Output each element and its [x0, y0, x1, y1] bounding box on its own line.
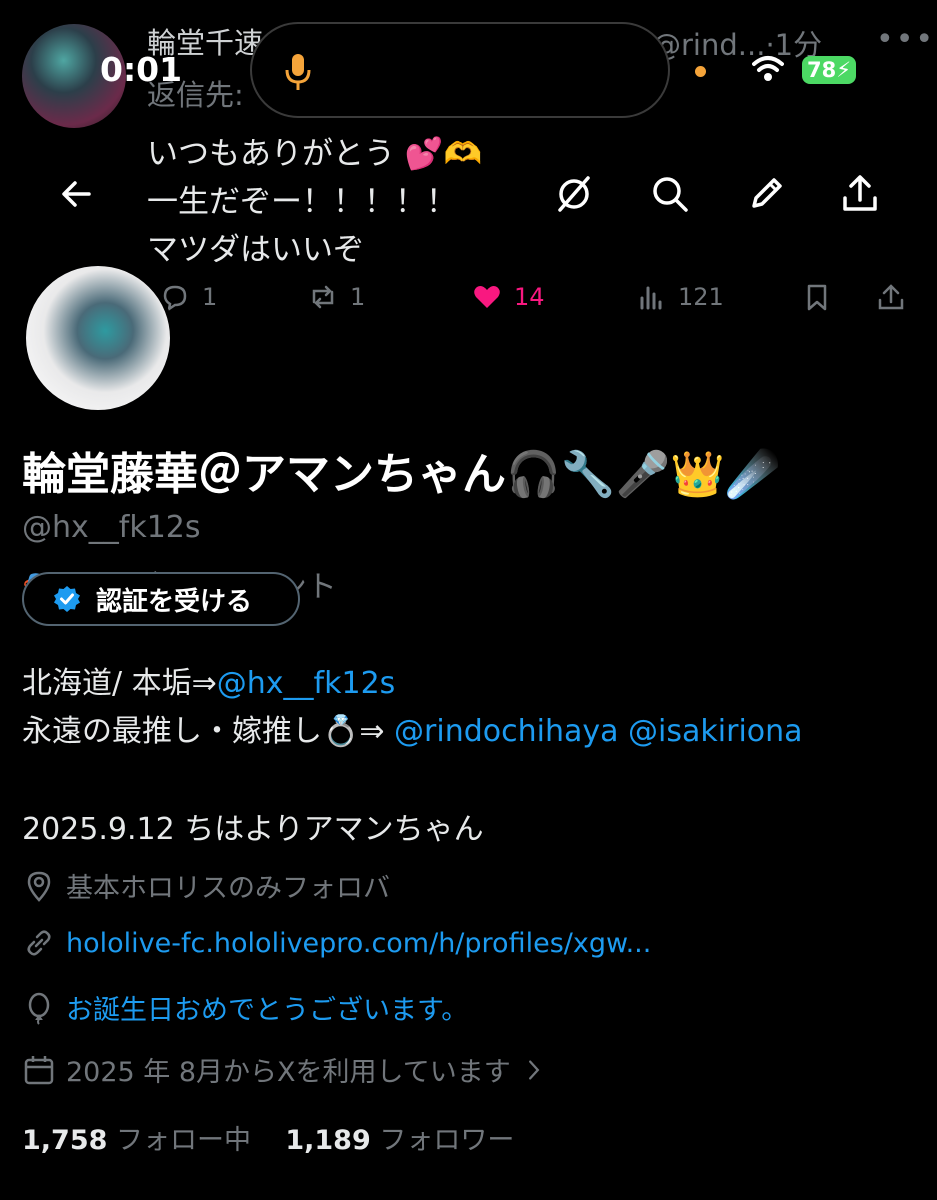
chevron-right-icon — [528, 1059, 540, 1080]
status-time: 0:01 — [100, 50, 183, 89]
like-button[interactable]: 14 — [472, 282, 545, 312]
bio-mention-link[interactable]: @rindochihaya — [394, 714, 618, 749]
microphone-icon — [285, 54, 311, 90]
reply-button[interactable]: 1 — [160, 282, 217, 312]
profile-location: 基本ホロリスのみフォロバ — [22, 866, 390, 905]
grok-icon[interactable] — [552, 172, 596, 216]
tweet-text-line: マツダはいいぞ — [147, 232, 364, 268]
bio-line-1: 北海道/ 本垢⇒@hx__fk12s — [22, 666, 396, 701]
share-icon[interactable] — [838, 172, 882, 216]
bookmark-button[interactable] — [802, 282, 832, 312]
search-icon[interactable] — [648, 172, 692, 216]
verified-badge-icon — [54, 586, 80, 612]
wifi-icon — [752, 56, 784, 81]
repost-icon — [312, 285, 334, 309]
follow-stats: 1,758 フォロー中 1,189 フォロワー — [22, 1118, 514, 1157]
edit-icon[interactable] — [744, 172, 788, 216]
repost-count: 1 — [350, 283, 366, 311]
like-count: 14 — [514, 283, 545, 311]
get-verified-button[interactable]: 認証を受ける — [22, 572, 300, 626]
views-icon — [640, 286, 662, 310]
bio-line-3: 2025.9.12 ちはよりアマンちゃん — [22, 812, 484, 847]
profile-display-name: 輪堂藤華＠アマンちゃん🎧🔧🎤👑☄️ — [22, 449, 780, 500]
back-arrow-icon[interactable] — [55, 172, 99, 216]
views-button[interactable]: 121 — [636, 282, 724, 312]
bio-mention-link[interactable]: @hx__fk12s — [217, 666, 396, 701]
battery-indicator: 78⚡ — [802, 56, 856, 84]
bookmark-icon — [807, 284, 827, 311]
heart-icon — [474, 286, 500, 308]
dynamic-island — [250, 22, 670, 118]
reply-count: 1 — [202, 283, 218, 311]
followers-link[interactable]: 1,189 フォロワー — [285, 1125, 514, 1156]
tweet-text-line: いつもありがとう 💕🫶 — [147, 136, 483, 172]
link-icon — [27, 930, 51, 956]
tweet-share-button[interactable] — [876, 282, 906, 312]
profile-handle: @hx__fk12s — [22, 510, 201, 545]
website-link[interactable]: hololive-fc.hololivepro.com/h/profiles/x… — [66, 928, 651, 959]
profile-avatar[interactable] — [22, 262, 174, 414]
profile-joined[interactable]: 2025 年 8月からXを利用しています — [22, 1050, 547, 1089]
location-icon — [27, 871, 51, 902]
share-icon — [878, 284, 904, 310]
tweet-text-line: 一生だぞー！！！！！ — [147, 184, 457, 220]
bio-line-2: 永遠の最推し・嫁推し💍⇒ @rindochihaya @isakiriona — [22, 714, 803, 749]
calendar-icon — [24, 1055, 54, 1084]
profile-website: hololive-fc.hololivepro.com/h/profiles/x… — [22, 926, 651, 960]
profile-birthday: お誕生日おめでとうございます。 — [22, 988, 468, 1027]
get-verified-label: 認証を受ける — [96, 586, 253, 617]
bio-mention-link[interactable]: @isakiriona — [628, 714, 802, 749]
recording-indicator — [695, 66, 706, 77]
more-icon[interactable]: ••• — [876, 22, 935, 57]
following-link[interactable]: 1,758 フォロー中 — [22, 1125, 251, 1156]
balloon-icon — [28, 992, 50, 1025]
repost-button[interactable]: 1 — [308, 282, 365, 312]
views-count: 121 — [678, 283, 724, 311]
tweet-author-handle: @rind...·1分 — [652, 28, 823, 62]
birthday-link[interactable]: お誕生日おめでとうございます。 — [66, 988, 468, 1027]
